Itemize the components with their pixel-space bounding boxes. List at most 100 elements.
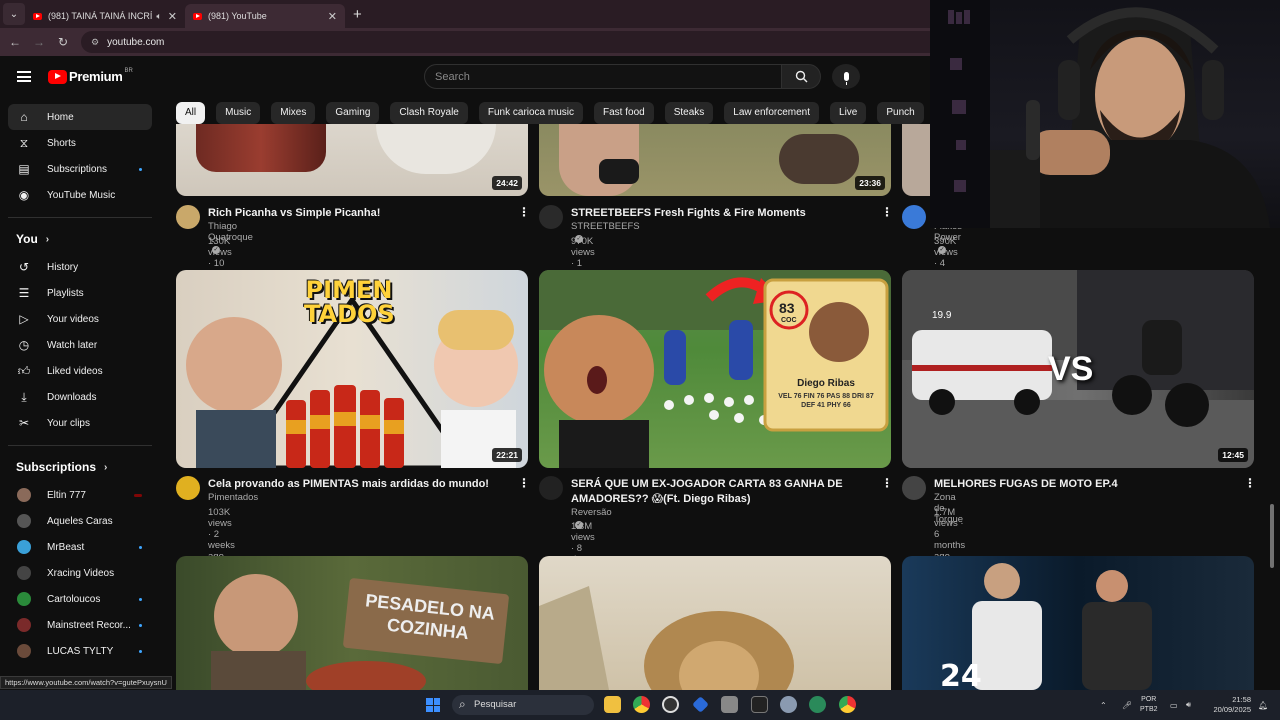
app-cube-icon[interactable] [721,696,738,713]
video-thumbnail[interactable]: 83 COC Diego Ribas VEL 76 FIN 76 PAS 88 … [539,270,891,468]
sidebar-item[interactable]: Xracing Videos [8,560,152,586]
video-thumbnail[interactable]: 23:36 [539,124,891,196]
video-thumbnail[interactable]: 24:42 [176,124,528,196]
video-thumbnail[interactable]: 24 [902,556,1254,690]
sidebar-item[interactable]: ◷ Watch later [8,332,152,358]
reload-icon[interactable]: ↻ [51,35,75,49]
forward-icon[interactable]: → [27,35,51,49]
windows-start-icon[interactable] [426,698,440,712]
keyboard-language[interactable]: POR PTB2 [1140,690,1158,720]
close-tab-icon[interactable]: ✕ [168,10,177,23]
new-tab-button[interactable]: + [353,6,362,23]
more-options-icon[interactable]: ⋮ [518,205,530,219]
video-title[interactable]: Rich Picanha vs Simple Picanha! [208,206,508,221]
tray-chevron-icon[interactable]: ⌃ [1100,690,1107,720]
menu-icon[interactable] [17,71,31,82]
sidebar-item[interactable]: MrBeast [8,534,152,560]
site-info-icon[interactable]: ⚙︎ [91,37,99,48]
notifications-icon[interactable]: 🔔︎ [1258,690,1268,720]
sidebar-item[interactable]: Eltin 777 [8,482,152,508]
video-thumbnail[interactable]: PIMEN TADOS 22:21 [176,270,528,468]
channel-avatar[interactable] [539,205,563,229]
sidebar-subscriptions-header[interactable]: Subscriptions › [0,455,160,479]
obs-icon[interactable] [662,696,679,713]
filter-chip[interactable]: Gaming [326,102,380,124]
sidebar-item[interactable]: ☰ Playlists [8,280,152,306]
filter-chip[interactable]: Clash Royale [390,102,468,124]
more-options-icon[interactable]: ⋮ [518,476,530,490]
sidebar-item[interactable]: ↺ History [8,254,152,280]
channel-avatar[interactable] [902,205,926,229]
sidebar-item[interactable]: ⤓ Downloads [8,384,152,410]
url-field[interactable]: ⚙︎ youtube.com [81,31,941,53]
subscriptions-icon: ▤ [18,162,30,176]
title-line-2: AMADORES?? 😱(Ft. Diego Ribas) [571,493,751,505]
sidebar-item-label: Your clips [47,417,90,429]
sidebar-item[interactable]: ✂ Your clips [8,410,152,436]
chrome-active-icon[interactable] [839,696,856,713]
video-thumbnail[interactable]: PESADELO NA COZINHA [176,556,528,690]
new-content-dot [139,545,142,549]
channel-avatar[interactable] [539,476,563,500]
browser-tab-2[interactable]: (981) YouTube ✕ [185,4,345,28]
video-thumbnail[interactable]: VS 19.9 12:45 [902,270,1254,468]
more-options-icon[interactable]: ⋮ [881,205,893,219]
search-input[interactable]: Search [424,64,782,89]
file-explorer-icon[interactable] [604,696,621,713]
filter-chip[interactable]: Steaks [664,102,714,124]
filter-chip[interactable]: Fast food [594,102,654,124]
filter-chip[interactable]: Music [216,102,261,124]
sidebar-item[interactable]: ⧖ Shorts [8,130,152,156]
filter-chip[interactable]: Law enforcement [724,102,820,124]
more-options-icon[interactable]: ⋮ [1244,476,1256,490]
terminal-icon[interactable] [751,696,768,713]
more-options-icon[interactable]: ⋮ [881,476,893,490]
close-tab-icon[interactable]: ✕ [328,10,337,23]
video-title[interactable]: Cela provando as PIMENTAS mais ardidas d… [208,477,508,492]
volume-icon[interactable]: 🔊︎ [1186,690,1191,720]
video-title[interactable]: MELHORES FUGAS DE MOTO EP.4 [934,477,1234,492]
speaker-icon[interactable]: 🔈︎ [156,11,161,22]
chrome-icon[interactable] [633,696,650,713]
sidebar-item-label: Xracing Videos [47,567,115,579]
filter-chip[interactable]: Live [830,102,867,124]
sidebar-item[interactable]: Mainstreet Recor... [8,612,152,638]
tray-mic-icon[interactable]: 🎤︎ [1122,690,1132,720]
video-title[interactable]: STREETBEEFS Fresh Fights & Fire Moments [571,206,871,221]
sidebar-item[interactable]: ⌂ Home [8,104,152,130]
sidebar-you-header[interactable]: You › [0,227,160,251]
channel-avatar[interactable] [176,476,200,500]
back-icon[interactable]: ← [3,35,27,49]
filter-chip[interactable]: Mixes [271,102,316,124]
youtube-premium-logo[interactable]: Premium BR [48,68,133,84]
sidebar-item[interactable]: 👍︎ Liked videos [8,358,152,384]
tab-search-button[interactable]: ⌄ [3,3,25,25]
search-button[interactable] [781,64,821,89]
network-icon[interactable]: ▭ [1170,690,1178,720]
filter-chip[interactable]: Punch [877,102,924,124]
sidebar-item[interactable]: Aqueles Caras [8,508,152,534]
tab-title: (981) YouTube [208,11,267,21]
clock-date: 20/09/2025 [1213,705,1251,714]
channel-name[interactable]: Pimentados [208,492,258,503]
sidebar-item[interactable]: LUCAS TYLTY [8,638,152,664]
video-thumbnail[interactable] [539,556,891,690]
filter-chip[interactable]: Funk carioca music [478,102,584,124]
scrollbar-thumb[interactable] [1270,504,1274,568]
sidebar-item[interactable]: Cartoloucos [8,586,152,612]
taskbar-search[interactable]: Pesquisar [452,695,594,715]
settings-icon[interactable] [780,696,797,713]
clock[interactable]: 21:58 20/09/2025 [1206,690,1251,720]
sidebar-item[interactable]: ▷ Your videos [8,306,152,332]
sidebar-item[interactable]: ▤ Subscriptions [8,156,152,182]
video-duration: 12:45 [1218,448,1248,462]
voice-search-button[interactable] [832,64,860,89]
video-title[interactable]: SERÁ QUE UM EX-JOGADOR CARTA 83 GANHA DE… [571,477,871,507]
app-green-icon[interactable] [809,696,826,713]
channel-avatar[interactable] [902,476,926,500]
browser-tab-1[interactable]: (981) TAINÁ TAINÁ INCRÍVE 🔈︎ ✕ [25,4,185,28]
channel-avatar[interactable] [176,205,200,229]
filter-chip[interactable]: All [176,102,206,124]
app-blue-icon[interactable] [692,696,709,713]
sidebar-item[interactable]: ◉ YouTube Music [8,182,152,208]
